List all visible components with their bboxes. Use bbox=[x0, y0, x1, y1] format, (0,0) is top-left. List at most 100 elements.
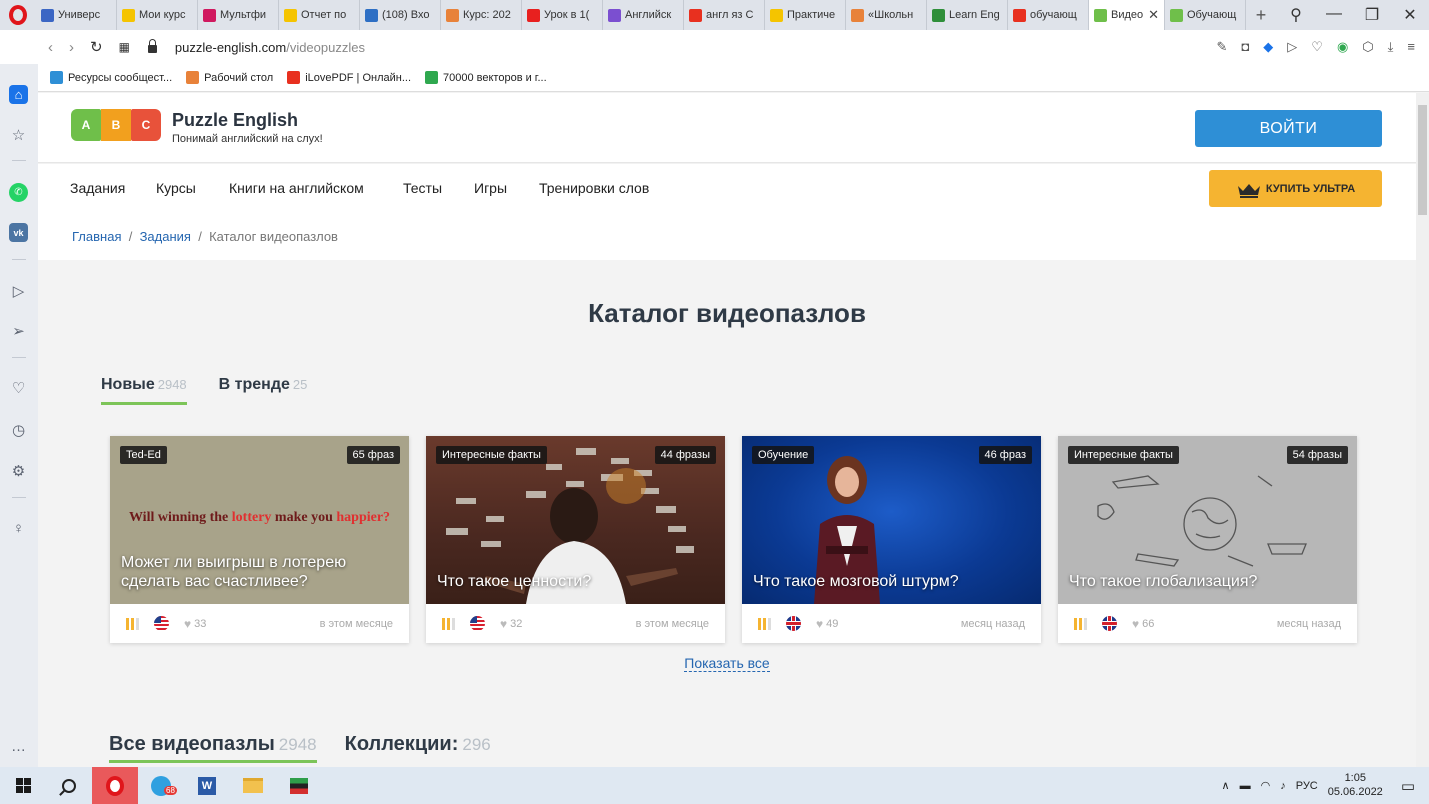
taskbar-telegram[interactable]: 68 bbox=[138, 767, 184, 804]
wifi-icon[interactable]: ◠ bbox=[1261, 779, 1271, 792]
video-card[interactable]: Will winning the lottery make you happie… bbox=[110, 436, 409, 643]
search-tabs-icon[interactable]: ⚲ bbox=[1277, 5, 1315, 25]
browser-tab[interactable]: Мультфи bbox=[198, 0, 279, 30]
send-icon[interactable]: ▷ bbox=[1287, 39, 1297, 55]
opera-menu-icon[interactable] bbox=[0, 0, 36, 30]
browser-tab[interactable]: Универс bbox=[36, 0, 117, 30]
menu-icon[interactable]: ≡ bbox=[1407, 39, 1415, 55]
url-field[interactable]: puzzle-english.com/videopuzzles bbox=[175, 40, 365, 55]
nav-tests[interactable]: Тесты bbox=[403, 180, 442, 196]
login-button[interactable]: ВОЙТИ bbox=[1195, 110, 1382, 147]
new-tab-button[interactable]: + bbox=[1246, 5, 1276, 26]
forward-icon[interactable]: › bbox=[69, 39, 74, 56]
nav-books[interactable]: Книги на английском bbox=[229, 180, 364, 196]
browser-tab[interactable]: англ яз С bbox=[684, 0, 765, 30]
video-thumbnail[interactable]: Обучение 46 фраз Что такое мозговой штур… bbox=[742, 436, 1041, 604]
buy-ultra-button[interactable]: КУПИТЬ УЛЬТРА bbox=[1209, 170, 1382, 207]
browser-tab[interactable]: Английск bbox=[603, 0, 684, 30]
bookmark-item[interactable]: iLovePDF | Онлайн... bbox=[287, 71, 411, 84]
video-thumbnail[interactable]: Will winning the lottery make you happie… bbox=[110, 436, 409, 604]
show-all-link[interactable]: Показать все bbox=[38, 655, 1416, 673]
camera-icon[interactable]: ◘ bbox=[1241, 39, 1249, 55]
clock[interactable]: 1:05 05.06.2022 bbox=[1328, 772, 1383, 800]
minimize-button[interactable]: — bbox=[1315, 5, 1353, 25]
browser-tab[interactable]: Урок в 1( bbox=[522, 0, 603, 30]
tab-collections[interactable]: Коллекции: 296 bbox=[345, 733, 491, 763]
notifications-icon[interactable]: ▭ bbox=[1401, 777, 1415, 795]
heart-icon[interactable]: ♡ bbox=[1311, 39, 1323, 55]
tab-label: Learn Eng bbox=[949, 9, 1000, 21]
crown-icon bbox=[1236, 182, 1260, 198]
video-thumbnail[interactable]: Интересные факты 44 фразы Что такое ценн… bbox=[426, 436, 725, 604]
likes[interactable]: ♥ 66 bbox=[1132, 617, 1154, 631]
speed-dial-icon[interactable]: ▦ bbox=[119, 40, 130, 54]
video-card[interactable]: Обучение 46 фраз Что такое мозговой штур… bbox=[742, 436, 1041, 643]
bookmark-item[interactable]: 70000 векторов и г... bbox=[425, 71, 547, 84]
tab-all-videopuzzles[interactable]: Все видеопазлы 2948 bbox=[109, 733, 317, 763]
nav-courses[interactable]: Курсы bbox=[156, 180, 196, 196]
brand[interactable]: Puzzle English Понимай английский на слу… bbox=[172, 110, 323, 145]
browser-tab[interactable]: Практиче bbox=[765, 0, 846, 30]
reload-icon[interactable]: ↻ bbox=[90, 38, 103, 56]
breadcrumb-current: Каталог видеопазлов bbox=[209, 229, 338, 244]
likes[interactable]: ♥ 49 bbox=[816, 617, 838, 631]
breadcrumb-tasks[interactable]: Задания bbox=[140, 229, 191, 244]
tab-extra[interactable]: Обучающ bbox=[1165, 0, 1246, 30]
shield-icon[interactable]: ◆ bbox=[1263, 39, 1273, 55]
volume-icon[interactable]: ♪ bbox=[1280, 780, 1286, 792]
language-indicator[interactable]: РУС bbox=[1296, 780, 1318, 792]
tab-trending[interactable]: В тренде 25 bbox=[219, 376, 308, 405]
taskbar-app[interactable] bbox=[276, 767, 322, 804]
close-window-button[interactable]: ✕ bbox=[1391, 5, 1429, 25]
send-icon[interactable]: ➢ bbox=[9, 321, 28, 340]
battery-icon[interactable]: ▬ bbox=[1240, 780, 1251, 792]
browser-tab[interactable]: Отчет по bbox=[279, 0, 360, 30]
play-icon[interactable]: ▷ bbox=[9, 281, 28, 300]
lock-icon[interactable] bbox=[147, 39, 157, 53]
tab-new[interactable]: Новые 2948 bbox=[101, 376, 187, 405]
nav-word-training[interactable]: Тренировки слов bbox=[539, 180, 649, 196]
bookmark-item[interactable]: Рабочий стол bbox=[186, 71, 273, 84]
browser-tab[interactable]: обучающ bbox=[1008, 0, 1089, 30]
video-card[interactable]: Интересные факты 54 фразы Что такое глоб… bbox=[1058, 436, 1357, 643]
video-card[interactable]: Интересные факты 44 фразы Что такое ценн… bbox=[426, 436, 725, 643]
star-icon[interactable]: ☆ bbox=[9, 125, 28, 144]
more-icon[interactable]: … bbox=[9, 737, 28, 756]
download-icon[interactable]: ⤓ bbox=[1388, 39, 1394, 55]
site-logo[interactable]: A B C bbox=[71, 109, 161, 141]
start-button[interactable] bbox=[0, 767, 46, 804]
taskbar-word[interactable]: W bbox=[184, 767, 230, 804]
tab-active[interactable]: Видео ✕ bbox=[1089, 0, 1165, 30]
taskbar-opera[interactable] bbox=[92, 767, 138, 804]
edit-icon[interactable]: ✎ bbox=[1217, 39, 1228, 55]
browser-tab[interactable]: Курс: 202 bbox=[441, 0, 522, 30]
bookmark-item[interactable]: Ресурсы сообщест... bbox=[50, 71, 172, 84]
search-button[interactable] bbox=[46, 767, 92, 804]
settings-icon[interactable]: ⚙ bbox=[9, 461, 28, 480]
extension-icon[interactable]: ◉ bbox=[1337, 39, 1348, 55]
browser-tab[interactable]: Learn Eng bbox=[927, 0, 1008, 30]
taskbar-explorer[interactable] bbox=[230, 767, 276, 804]
browser-tab[interactable]: Мои курс bbox=[117, 0, 198, 30]
cube-icon[interactable]: ⬡ bbox=[1362, 39, 1373, 55]
restore-button[interactable]: ❐ bbox=[1353, 5, 1391, 25]
heart-icon[interactable]: ♡ bbox=[9, 378, 28, 397]
nav-tasks[interactable]: Задания bbox=[70, 180, 125, 196]
tips-icon[interactable]: ♀ bbox=[9, 519, 28, 538]
close-tab-icon[interactable]: ✕ bbox=[1148, 7, 1159, 23]
video-thumbnail[interactable]: Интересные факты 54 фразы Что такое глоб… bbox=[1058, 436, 1357, 604]
nav-games[interactable]: Игры bbox=[474, 180, 507, 196]
vk-icon[interactable]: vk bbox=[9, 223, 28, 242]
page-scrollbar[interactable] bbox=[1416, 93, 1429, 767]
tray-expand-icon[interactable]: ∧ bbox=[1222, 779, 1230, 792]
history-icon[interactable]: ◷ bbox=[9, 420, 28, 439]
browser-tab[interactable]: (108) Вхо bbox=[360, 0, 441, 30]
breadcrumb-home[interactable]: Главная bbox=[72, 229, 121, 244]
whatsapp-icon[interactable]: ✆ bbox=[9, 183, 28, 202]
likes[interactable]: ♥ 32 bbox=[500, 617, 522, 631]
back-icon[interactable]: ‹ bbox=[48, 39, 53, 56]
home-icon[interactable]: ⌂ bbox=[9, 85, 28, 104]
likes[interactable]: ♥ 33 bbox=[184, 617, 206, 631]
scrollbar-thumb[interactable] bbox=[1418, 105, 1427, 215]
browser-tab[interactable]: «Школьн bbox=[846, 0, 927, 30]
